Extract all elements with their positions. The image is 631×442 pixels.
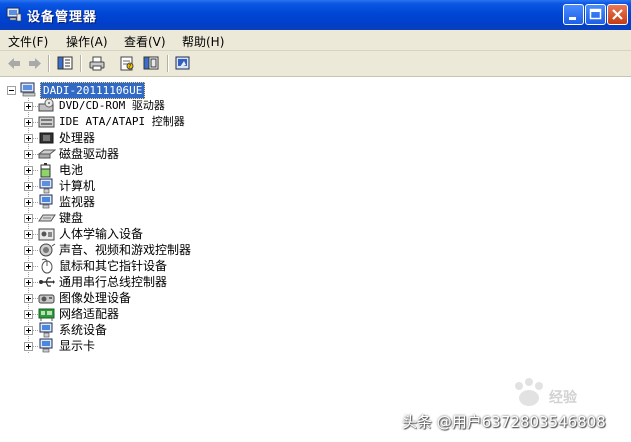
system-device-icon — [38, 322, 56, 338]
tree-item-label[interactable]: IDE ATA/ATAPI 控制器 — [59, 115, 185, 129]
menu-view[interactable]: 查看(V) — [124, 33, 166, 50]
expand-toggle[interactable] — [24, 102, 33, 111]
svg-text:经验: 经验 — [549, 389, 578, 406]
expand-toggle[interactable] — [24, 294, 33, 303]
tree-item-label[interactable]: 声音、视频和游戏控制器 — [59, 243, 191, 257]
computer-icon — [38, 178, 56, 194]
menu-file[interactable]: 文件(F) — [8, 33, 48, 50]
expand-toggle[interactable] — [24, 182, 33, 191]
expand-toggle[interactable] — [24, 310, 33, 319]
minimize-button[interactable] — [563, 4, 584, 25]
tree-item[interactable]: 处理器 — [0, 130, 400, 146]
tree-item[interactable]: 显示卡 — [0, 338, 400, 354]
expand-toggle[interactable] — [24, 198, 33, 207]
tree-item[interactable]: 电池 — [0, 162, 400, 178]
forward-arrow-icon[interactable] — [25, 54, 45, 73]
device-manager-icon — [6, 7, 22, 22]
tree-item-label[interactable]: 磁盘驱动器 — [59, 147, 119, 161]
processor-icon — [38, 130, 56, 146]
toolbar-separator — [80, 55, 82, 72]
display-adapter-icon — [38, 338, 56, 354]
show-hide-tree-icon[interactable] — [55, 54, 75, 73]
sound-icon — [38, 242, 56, 258]
usb-icon — [38, 274, 56, 290]
tree-item-label[interactable]: 通用串行总线控制器 — [59, 275, 167, 289]
tree-item-label[interactable]: 监视器 — [59, 195, 95, 209]
tree-item[interactable]: 人体学输入设备 — [0, 226, 400, 242]
expand-toggle[interactable] — [24, 230, 33, 239]
tree-item[interactable]: 网络适配器 — [0, 306, 400, 322]
collapse-toggle[interactable] — [7, 86, 16, 95]
computer-name-label[interactable]: DADI-20111106UE — [40, 82, 146, 99]
tree-item[interactable]: 监视器 — [0, 194, 400, 210]
toolbar-separator — [167, 55, 169, 72]
expand-toggle[interactable] — [24, 166, 33, 175]
expand-toggle[interactable] — [24, 214, 33, 223]
expand-toggle[interactable] — [24, 118, 33, 127]
expand-toggle[interactable] — [24, 246, 33, 255]
battery-icon — [38, 162, 56, 178]
dvd-drive-icon — [38, 98, 56, 114]
tree-item-label[interactable]: 图像处理设备 — [59, 291, 131, 305]
tree-item-label[interactable]: 处理器 — [59, 131, 95, 145]
keyboard-icon — [38, 210, 56, 226]
menu-help[interactable]: 帮助(H) — [182, 33, 224, 50]
tree-item-label[interactable]: 系统设备 — [59, 323, 107, 337]
tree-item[interactable]: 系统设备 — [0, 322, 400, 338]
hid-icon — [38, 226, 56, 242]
svg-text:?: ? — [129, 64, 132, 70]
toolbar-separator — [48, 55, 50, 72]
title-bar[interactable]: 设备管理器 — [0, 0, 631, 30]
tree-item-label[interactable]: 显示卡 — [59, 339, 95, 353]
tree-item-label[interactable]: 网络适配器 — [59, 307, 119, 321]
tree-item[interactable]: 磁盘驱动器 — [0, 146, 400, 162]
toolbar: ? — [0, 51, 631, 77]
tree-item-label[interactable]: 电池 — [59, 163, 83, 177]
menu-bar: 文件(F) 操作(A) 查看(V) 帮助(H) — [0, 30, 631, 51]
tree-item-label[interactable]: 人体学输入设备 — [59, 227, 143, 241]
tree-item[interactable]: 声音、视频和游戏控制器 — [0, 242, 400, 258]
export-list-icon[interactable] — [141, 54, 161, 73]
expand-toggle[interactable] — [24, 134, 33, 143]
tree-item-label[interactable]: 计算机 — [59, 179, 95, 193]
help-icon[interactable] — [173, 54, 193, 73]
imaging-icon — [38, 290, 56, 306]
tree-item-label[interactable]: 键盘 — [59, 211, 83, 225]
properties-icon[interactable]: ? — [117, 54, 137, 73]
baidu-watermark-logo: 经验 — [505, 372, 595, 412]
network-adapter-icon — [38, 306, 56, 322]
expand-toggle[interactable] — [24, 342, 33, 351]
monitor-icon — [38, 194, 56, 210]
tree-item-label[interactable]: DVD/CD-ROM 驱动器 — [59, 99, 165, 113]
tree-item[interactable]: 图像处理设备 — [0, 290, 400, 306]
ide-controller-icon — [38, 114, 56, 130]
back-arrow-icon[interactable] — [4, 54, 24, 73]
expand-toggle[interactable] — [24, 326, 33, 335]
mouse-icon — [38, 258, 56, 274]
menu-action[interactable]: 操作(A) — [66, 33, 108, 50]
tree-item-label[interactable]: 鼠标和其它指针设备 — [59, 259, 167, 273]
tree-item[interactable]: 通用串行总线控制器 — [0, 274, 400, 290]
tree-item[interactable]: DVD/CD-ROM 驱动器 — [0, 98, 400, 114]
expand-toggle[interactable] — [24, 262, 33, 271]
tree-item[interactable]: IDE ATA/ATAPI 控制器 — [0, 114, 400, 130]
close-button[interactable] — [607, 4, 628, 25]
tree-item[interactable]: 鼠标和其它指针设备 — [0, 258, 400, 274]
tree-item[interactable]: 计算机 — [0, 178, 400, 194]
tree-root[interactable]: DADI-20111106UE — [0, 82, 300, 99]
maximize-button[interactable] — [585, 4, 606, 25]
tree-item[interactable]: 键盘 — [0, 210, 400, 226]
window-title: 设备管理器 — [27, 10, 98, 25]
disk-drive-icon — [37, 146, 57, 162]
author-credit: 头条 @用户6372803546808 — [402, 413, 606, 431]
expand-toggle[interactable] — [24, 278, 33, 287]
print-icon[interactable] — [87, 54, 107, 73]
expand-toggle[interactable] — [24, 150, 33, 159]
